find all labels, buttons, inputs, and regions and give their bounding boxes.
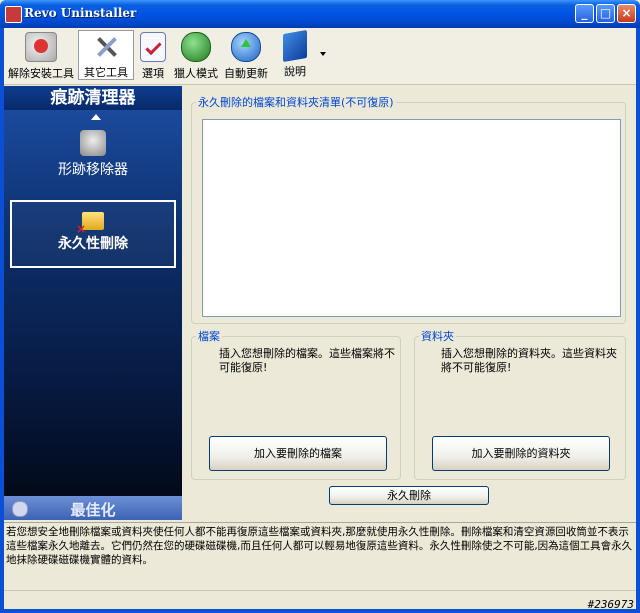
- uninstaller-icon: [25, 32, 57, 62]
- tools-icon: [91, 33, 121, 61]
- sidebar-optimization-tab[interactable]: 最佳化: [4, 496, 182, 520]
- toolbar-label: 自動更新: [224, 67, 268, 80]
- toolbar-label: 選項: [142, 67, 164, 80]
- toolbar-label: 說明: [284, 65, 306, 78]
- add-files-button-label: 加入要刪除的檔案: [254, 447, 342, 460]
- toolbar-hunter-mode-button[interactable]: 獵人模式: [172, 30, 220, 80]
- maximize-icon: □: [599, 6, 612, 20]
- sidebar-item-unrecoverable-delete[interactable]: × 永久性刪除: [10, 200, 176, 268]
- window-title: Revo Uninstaller: [24, 6, 137, 20]
- delete-forever-button[interactable]: 永久刪除: [329, 486, 489, 505]
- sidebar-header: 痕跡清理器: [4, 86, 182, 110]
- toolbar: 解除安裝工具 其它工具 選項 獵人模式 自動更新 說明: [4, 28, 636, 85]
- toolbar-label: 解除安裝工具: [8, 67, 74, 80]
- evidence-remover-icon: [80, 130, 106, 156]
- delete-forever-button-label: 永久刪除: [387, 489, 431, 502]
- delete-list-group-title: 永久刪除的檔案和資料夾清單(不可復原): [198, 96, 394, 109]
- sidebar: 痕跡清理器 形跡移除器 × 永久性刪除 最佳化: [4, 86, 182, 520]
- help-icon: [283, 29, 307, 63]
- options-icon: [140, 32, 166, 62]
- delete-list[interactable]: [202, 119, 621, 317]
- toolbar-auto-update-button[interactable]: 自動更新: [222, 30, 270, 80]
- toolbar-help-button[interactable]: 說明: [276, 29, 314, 80]
- maximize-button[interactable]: □: [596, 4, 615, 23]
- toolbar-uninstaller-button[interactable]: 解除安裝工具: [6, 30, 76, 80]
- app-icon: [5, 6, 22, 23]
- add-folders-button-label: 加入要刪除的資料夾: [471, 447, 571, 460]
- sidebar-bottom-label: 最佳化: [70, 501, 116, 519]
- description-text: 若您想安全地刪除檔案或資料夾使任何人都不能再復原這些檔案或資料夾,那麼就使用永久…: [6, 526, 633, 566]
- description-panel: 若您想安全地刪除檔案或資料夾使任何人都不能再復原這些檔案或資料夾,那麼就使用永久…: [4, 522, 636, 587]
- add-folders-button[interactable]: 加入要刪除的資料夾: [432, 436, 610, 471]
- sidebar-item-label: 形跡移除器: [58, 162, 128, 178]
- title-bar[interactable]: Revo Uninstaller _ □ ×: [0, 0, 640, 28]
- scroll-up-arrow-icon[interactable]: [91, 114, 101, 120]
- status-bar: [4, 590, 636, 610]
- toolbar-label: 其它工具: [84, 66, 128, 79]
- folders-description: 插入您想刪除的資料夾。這些資料夾將不可能復原!: [441, 347, 617, 374]
- unrecoverable-delete-icon: ×: [76, 212, 104, 236]
- auto-update-icon: [231, 32, 261, 62]
- sidebar-item-evidence-remover[interactable]: 形跡移除器: [10, 124, 176, 192]
- close-icon: ×: [621, 6, 632, 20]
- sidebar-item-label: 永久性刪除: [58, 236, 128, 252]
- hunter-mode-icon: [181, 32, 211, 62]
- close-button[interactable]: ×: [617, 4, 636, 23]
- toolbar-options-button[interactable]: 選項: [136, 30, 170, 80]
- help-dropdown-arrow-icon[interactable]: [320, 52, 326, 56]
- toolbar-label: 獵人模式: [174, 67, 218, 80]
- add-files-button[interactable]: 加入要刪除的檔案: [209, 436, 387, 471]
- minimize-button[interactable]: _: [575, 4, 594, 23]
- toolbar-tools-button[interactable]: 其它工具: [78, 30, 134, 80]
- folders-group-title: 資料夾: [421, 330, 454, 343]
- watermark-text: #236973: [587, 598, 634, 611]
- window-frame-right: [636, 28, 640, 613]
- minimize-icon: _: [581, 6, 588, 20]
- files-description: 插入您想刪除的檔案。這些檔案將不可能復原!: [219, 347, 395, 374]
- files-group-title: 檔案: [198, 330, 220, 343]
